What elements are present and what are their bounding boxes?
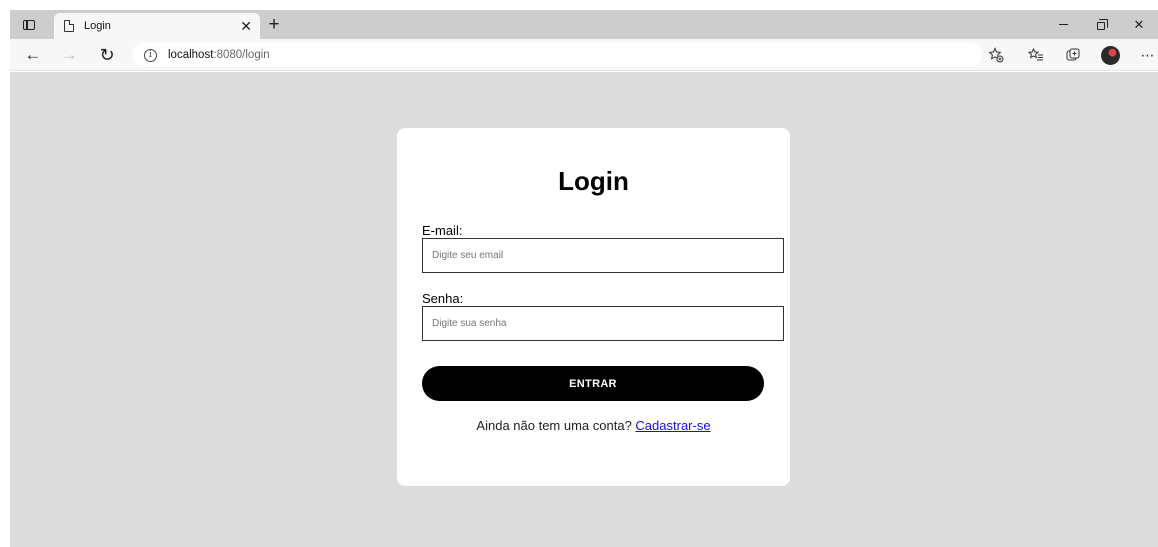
restore-icon	[1097, 18, 1108, 30]
close-window-button[interactable]: ✕	[1120, 10, 1158, 39]
avatar	[1100, 45, 1120, 65]
tab-actions-button[interactable]	[10, 10, 48, 39]
email-input[interactable]	[422, 238, 784, 273]
window-controls: ✕	[1044, 10, 1158, 39]
collections-button[interactable]	[1063, 45, 1083, 65]
minimize-button[interactable]	[1044, 10, 1082, 39]
url-host: localhost	[168, 49, 214, 61]
new-tab-button[interactable]: +	[262, 12, 286, 38]
login-button[interactable]: ENTRAR	[422, 366, 764, 401]
info-icon[interactable]: i	[144, 48, 157, 62]
arrow-right-icon: →	[60, 45, 78, 64]
plus-icon: +	[268, 14, 280, 35]
signup-link[interactable]: Cadastrar-se	[635, 418, 710, 433]
favorites-button[interactable]	[1026, 45, 1046, 65]
signup-prompt: Ainda não tem uma conta? Cadastrar-se	[397, 418, 790, 433]
collections-icon	[1066, 48, 1080, 61]
close-window-icon: ✕	[1133, 16, 1145, 32]
browser-toolbar: ← → ↻ i localhost:8080/login ⋯	[10, 39, 1158, 71]
restore-button[interactable]	[1082, 10, 1120, 39]
reload-button[interactable]: ↻	[94, 42, 120, 68]
tab-login[interactable]: Login ✕	[54, 13, 260, 39]
tab-strip: Login ✕ + ✕	[10, 10, 1158, 39]
tab-actions-icon	[23, 19, 35, 30]
page-viewport: Login E-mail: Senha: ENTRAR Ainda não te…	[10, 72, 1158, 547]
add-favorite-button[interactable]	[986, 45, 1006, 65]
close-icon[interactable]: ✕	[240, 19, 252, 33]
forward-button[interactable]: →	[56, 42, 82, 68]
email-label: E-mail:	[422, 223, 463, 238]
password-input[interactable]	[422, 306, 784, 341]
favorites-list-icon	[1028, 47, 1043, 61]
tab-title: Login	[84, 20, 111, 32]
password-label: Senha:	[422, 291, 464, 306]
star-plus-icon	[988, 47, 1004, 63]
reload-icon: ↻	[99, 44, 115, 65]
more-icon: ⋯	[1140, 46, 1156, 63]
back-button[interactable]: ←	[20, 42, 46, 68]
url-path: :8080/login	[213, 49, 270, 61]
page-icon	[64, 20, 74, 32]
page-title: Login	[558, 166, 629, 196]
arrow-left-icon: ←	[24, 45, 42, 64]
login-card: Login E-mail: Senha: ENTRAR Ainda não te…	[397, 128, 790, 486]
signup-text: Ainda não tem uma conta?	[476, 418, 636, 433]
profile-button[interactable]	[1100, 45, 1120, 65]
more-button[interactable]: ⋯	[1138, 45, 1158, 65]
address-bar[interactable]: i localhost:8080/login	[132, 43, 982, 67]
